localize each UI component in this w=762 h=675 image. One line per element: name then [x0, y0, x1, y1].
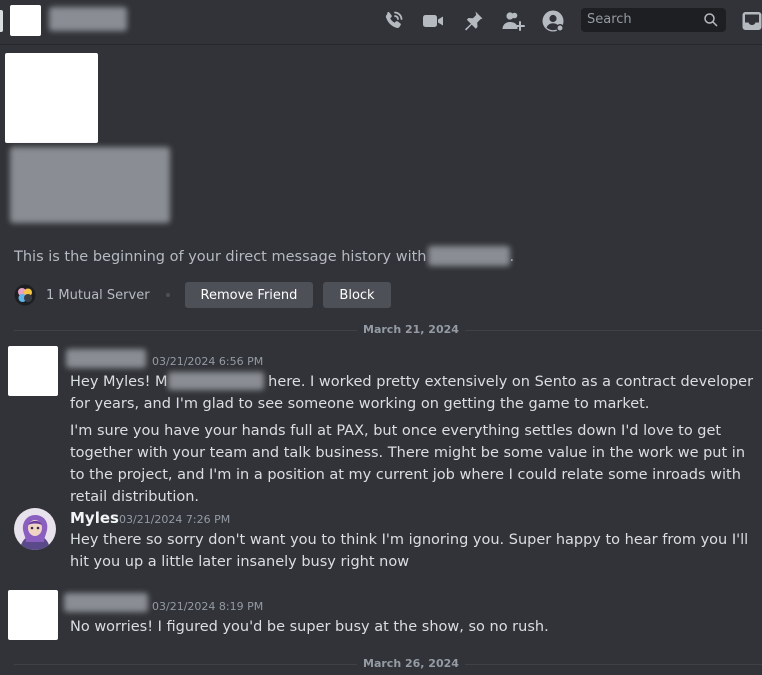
date-divider-label: March 26, 2024 [357, 657, 465, 670]
message-timestamp: 03/21/2024 8:19 PM [152, 600, 264, 613]
inbox-icon[interactable] [740, 9, 762, 33]
search-icon [704, 13, 718, 27]
message-content: Hey Myles! M here. I worked pretty exten… [70, 371, 755, 415]
mutual-server-icon[interactable] [14, 284, 36, 306]
message-timestamp: 03/21/2024 7:26 PM [119, 513, 231, 526]
message-timestamp: 03/21/2024 6:56 PM [152, 355, 264, 368]
mutual-servers-link[interactable]: 1 Mutual Server [46, 288, 150, 303]
intro-text: This is the beginning of your direct mes… [14, 249, 427, 265]
block-button[interactable]: Block [323, 282, 391, 308]
message-author-avatar[interactable] [8, 346, 58, 396]
intro-username-redacted [427, 246, 510, 266]
remove-friend-button[interactable]: Remove Friend [184, 282, 314, 308]
message-author-name-redacted[interactable] [66, 349, 146, 368]
intro-period: . [509, 249, 515, 265]
pin-icon[interactable] [461, 9, 485, 33]
video-icon[interactable] [421, 9, 445, 33]
message-author-name-redacted[interactable] [64, 593, 148, 612]
add-friend-icon[interactable] [501, 9, 525, 33]
profile-icon[interactable] [541, 9, 565, 33]
dm-header: Search [0, 0, 762, 45]
myles-avatar-image [14, 508, 56, 550]
message-content: No worries! I figured you'd be super bus… [70, 619, 549, 635]
recipient-avatar[interactable] [10, 5, 41, 36]
date-divider-label: March 21, 2024 [357, 323, 465, 336]
recipient-name-redacted[interactable] [49, 7, 127, 31]
recipient-profile-name-redacted [10, 147, 170, 223]
selection-indicator [0, 10, 3, 32]
search-input[interactable]: Search [581, 8, 726, 32]
message-author-avatar[interactable] [8, 590, 58, 640]
message-name-redacted [167, 372, 264, 390]
call-icon[interactable] [381, 9, 405, 33]
myles-avatar[interactable] [14, 508, 56, 550]
message-content: Hey there so sorry don't want you to thi… [70, 532, 749, 570]
message-author-name[interactable]: Myles [70, 509, 119, 527]
profile-actions: 1 Mutual Server Remove Friend Block [14, 282, 401, 308]
message-text-start: Hey Myles! M [70, 374, 168, 390]
search-placeholder: Search [587, 12, 632, 27]
separator-dot [165, 293, 170, 297]
recipient-profile-avatar[interactable] [5, 53, 98, 143]
dm-history-intro: This is the beginning of your direct mes… [14, 246, 514, 266]
message-content: I'm sure you have your hands full at PAX… [70, 423, 746, 505]
